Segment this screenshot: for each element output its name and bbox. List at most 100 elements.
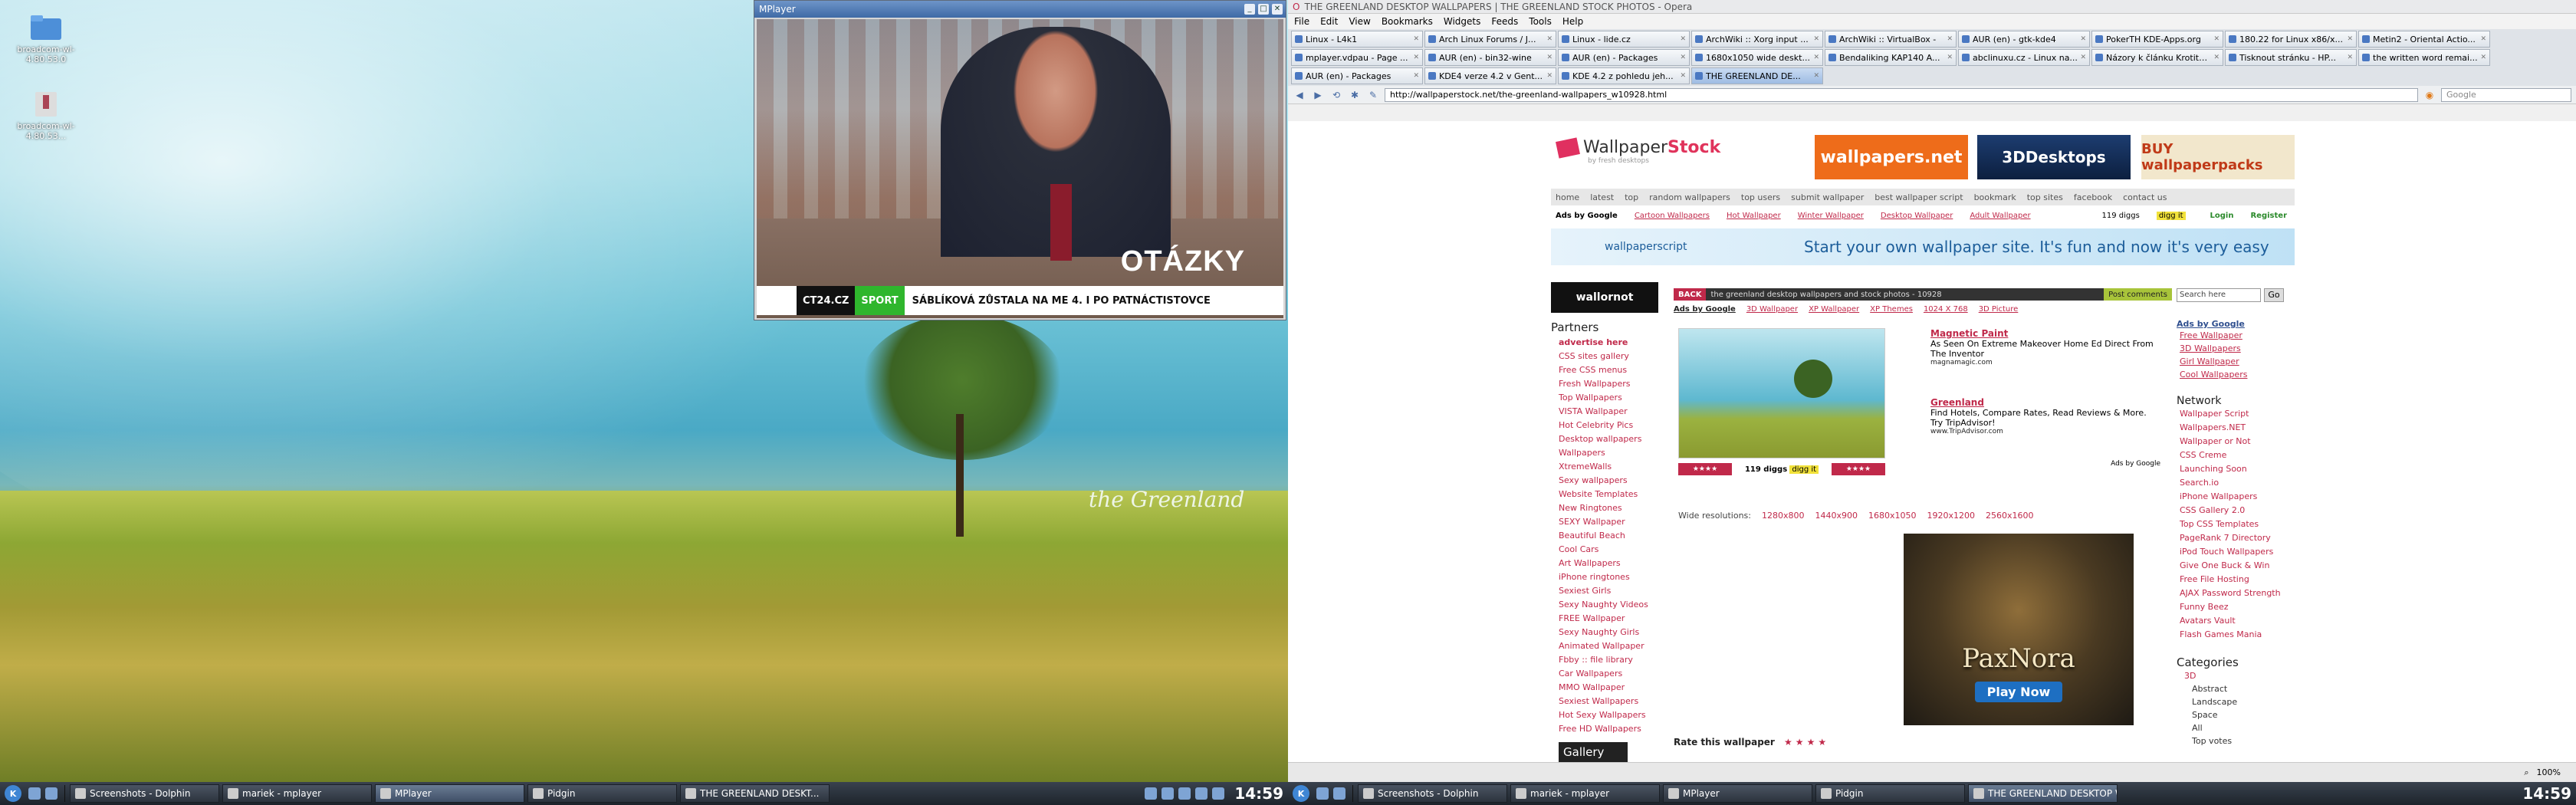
close-tab-icon[interactable]: ✕ bbox=[1680, 35, 1686, 43]
partner-link[interactable]: CSS sites gallery bbox=[1559, 350, 1666, 363]
category-link[interactable]: Landscape bbox=[2192, 695, 2295, 708]
ad-link[interactable]: XP Themes bbox=[1870, 305, 1913, 314]
partner-link[interactable]: Sexy Naughty Girls bbox=[1559, 626, 1666, 639]
menu-item-file[interactable]: File bbox=[1294, 16, 1309, 27]
close-tab-icon[interactable]: ✕ bbox=[1413, 35, 1419, 43]
resolution-link[interactable]: 2560x1600 bbox=[1986, 511, 2034, 521]
partner-link[interactable]: Car Wallpapers bbox=[1559, 667, 1666, 681]
nav-link[interactable]: top bbox=[1625, 192, 1638, 202]
flag-icon[interactable] bbox=[1145, 787, 1158, 800]
rss-icon[interactable]: ◉ bbox=[2423, 88, 2436, 102]
menu-item-edit[interactable]: Edit bbox=[1320, 16, 1338, 27]
ad-item[interactable]: Magnetic Paint As Seen On Extreme Makeov… bbox=[1930, 328, 2160, 366]
close-tab-icon[interactable]: ✕ bbox=[2480, 35, 2486, 43]
partner-link[interactable]: Free CSS menus bbox=[1559, 363, 1666, 377]
menu-item-tools[interactable]: Tools bbox=[1529, 16, 1552, 27]
post-comments-button[interactable]: Post comments bbox=[2104, 288, 2172, 301]
close-tab-icon[interactable]: ✕ bbox=[1680, 72, 1686, 80]
back-button[interactable]: BACK bbox=[1674, 288, 1707, 301]
digg-button[interactable]: digg it bbox=[2156, 211, 2186, 220]
partner-link[interactable]: Sexiest Girls bbox=[1559, 584, 1666, 598]
nav-link[interactable]: submit wallpaper bbox=[1791, 192, 1864, 202]
browser-tab[interactable]: Linux - lide.cz ✕ bbox=[1558, 31, 1690, 48]
category-link[interactable]: Space bbox=[2192, 708, 2295, 721]
video-frame[interactable]: OTÁZKY CT24.CZ SPORT SÁBLÍKOVÁ ZŮSTALA N… bbox=[757, 19, 1283, 318]
partner-link[interactable]: Sexy Naughty Videos bbox=[1559, 598, 1666, 612]
network-link[interactable]: CSS Creme bbox=[2180, 449, 2295, 462]
taskbar-task[interactable]: MPlayer bbox=[1663, 784, 1812, 803]
mplayer-titlebar[interactable]: MPlayer _ □ ✕ bbox=[754, 1, 1286, 18]
nav-link[interactable]: latest bbox=[1590, 192, 1614, 202]
ad-item[interactable]: Greenland Find Hotels, Compare Rates, Re… bbox=[1930, 397, 2160, 435]
opera-window[interactable]: O THE GREENLAND DESKTOP WALLPAPERS | THE… bbox=[1288, 0, 2576, 782]
close-tab-icon[interactable]: ✕ bbox=[1680, 54, 1686, 61]
partner-link[interactable]: Sexiest Wallpapers bbox=[1559, 695, 1666, 708]
folder-icon[interactable] bbox=[1333, 787, 1346, 800]
partner-link[interactable]: FREE Wallpaper bbox=[1559, 612, 1666, 626]
browser-tab[interactable]: Metin2 - Oriental Actio... ✕ bbox=[2358, 31, 2490, 48]
desktop-icon[interactable] bbox=[28, 787, 41, 800]
network-link[interactable]: Funny Beez bbox=[2180, 600, 2295, 614]
resolution-link[interactable]: 1680x1050 bbox=[1868, 511, 1917, 521]
nav-link[interactable]: top users bbox=[1741, 192, 1780, 202]
network-link[interactable]: Avatars Vault bbox=[2180, 614, 2295, 628]
browser-tab[interactable]: AUR (en) - Packages ✕ bbox=[1558, 49, 1690, 66]
close-tab-icon[interactable]: ✕ bbox=[1947, 35, 1953, 43]
close-tab-icon[interactable]: ✕ bbox=[1546, 54, 1552, 61]
browser-tab[interactable]: abclinuxu.cz - Linux na... ✕ bbox=[1958, 49, 2090, 66]
partner-link[interactable]: Cool Cars bbox=[1559, 543, 1666, 557]
close-button[interactable]: ✕ bbox=[1272, 4, 1283, 15]
network-link[interactable]: Search.io bbox=[2180, 476, 2295, 490]
download-button[interactable]: ★★★★ bbox=[1831, 463, 1885, 475]
search-input[interactable]: Google bbox=[2441, 87, 2571, 102]
ads-by-google[interactable]: Ads by Google bbox=[1930, 460, 2160, 468]
network-link[interactable]: Wallpaper or Not bbox=[2180, 435, 2295, 449]
browser-tab[interactable]: Bendaliking KAP140 A... ✕ bbox=[1825, 49, 1957, 66]
close-tab-icon[interactable]: ✕ bbox=[2347, 35, 2353, 43]
ad-link[interactable]: Free Wallpaper bbox=[2180, 329, 2295, 342]
browser-tab[interactable]: 180.22 for Linux x86/x... ✕ bbox=[2225, 31, 2357, 48]
home-icon[interactable]: ✱ bbox=[1348, 88, 1362, 102]
network-link[interactable]: Launching Soon bbox=[2180, 462, 2295, 476]
browser-tab[interactable]: mplayer.vdpau - Page ... ✕ bbox=[1291, 49, 1423, 66]
login-link[interactable]: Login bbox=[2210, 212, 2234, 220]
network-link[interactable]: Give One Buck & Win bbox=[2180, 559, 2295, 573]
browser-tab[interactable]: THE GREENLAND DE... ✕ bbox=[1691, 67, 1823, 84]
ad-link[interactable]: Hot Wallpaper bbox=[1727, 212, 1781, 220]
partner-link[interactable]: Free HD Wallpapers bbox=[1559, 722, 1666, 736]
maximize-button[interactable]: □ bbox=[1258, 4, 1269, 15]
close-tab-icon[interactable]: ✕ bbox=[1546, 35, 1552, 43]
paxnora-ad[interactable]: PaxNora Play Now bbox=[1904, 534, 2134, 725]
partner-link[interactable]: Art Wallpapers bbox=[1559, 557, 1666, 570]
category-link[interactable]: Abstract bbox=[2192, 682, 2295, 695]
nav-link[interactable]: bookmark bbox=[1974, 192, 2016, 202]
play-now-button[interactable]: Play Now bbox=[1974, 682, 2063, 702]
ad-link[interactable]: Cartoon Wallpapers bbox=[1635, 212, 1710, 220]
forward-icon[interactable]: ▶ bbox=[1311, 88, 1325, 102]
close-tab-icon[interactable]: ✕ bbox=[2480, 54, 2486, 61]
menu-item-widgets[interactable]: Widgets bbox=[1444, 16, 1481, 27]
close-tab-icon[interactable]: ✕ bbox=[1813, 54, 1819, 61]
promo-banner[interactable]: wallpaperscript Start your own wallpaper… bbox=[1551, 228, 2295, 265]
minimize-button[interactable]: _ bbox=[1244, 4, 1255, 15]
register-link[interactable]: Register bbox=[2250, 212, 2287, 220]
partner-link[interactable]: iPhone ringtones bbox=[1559, 570, 1666, 584]
network-link[interactable]: iPhone Wallpapers bbox=[2180, 490, 2295, 504]
ad-link[interactable]: 3D Wallpaper bbox=[1746, 305, 1798, 314]
close-tab-icon[interactable]: ✕ bbox=[1947, 54, 1953, 61]
network-link[interactable]: Top CSS Templates bbox=[2180, 518, 2295, 531]
taskbar-task[interactable]: Pidgin bbox=[1815, 784, 1965, 803]
nav-link[interactable]: home bbox=[1556, 192, 1579, 202]
taskbar-task[interactable]: THE GREENLAND DESKT... bbox=[680, 784, 830, 803]
partner-link[interactable]: Animated Wallpaper bbox=[1559, 639, 1666, 653]
partner-link[interactable]: Website Templates bbox=[1559, 488, 1666, 501]
nav-link[interactable]: random wallpapers bbox=[1649, 192, 1730, 202]
browser-tab[interactable]: ArchWiki :: VirtualBox - ✕ bbox=[1825, 31, 1957, 48]
opera-titlebar[interactable]: O THE GREENLAND DESKTOP WALLPAPERS | THE… bbox=[1288, 0, 2576, 14]
zoom-level[interactable]: 100% bbox=[2537, 767, 2561, 777]
taskbar-task[interactable]: Pidgin bbox=[527, 784, 677, 803]
partner-link[interactable]: Wallpapers bbox=[1559, 446, 1666, 460]
category-link[interactable]: All bbox=[2192, 721, 2295, 734]
network-icon[interactable] bbox=[1162, 787, 1175, 800]
ad-link[interactable]: Cool Wallpapers bbox=[2180, 368, 2295, 381]
